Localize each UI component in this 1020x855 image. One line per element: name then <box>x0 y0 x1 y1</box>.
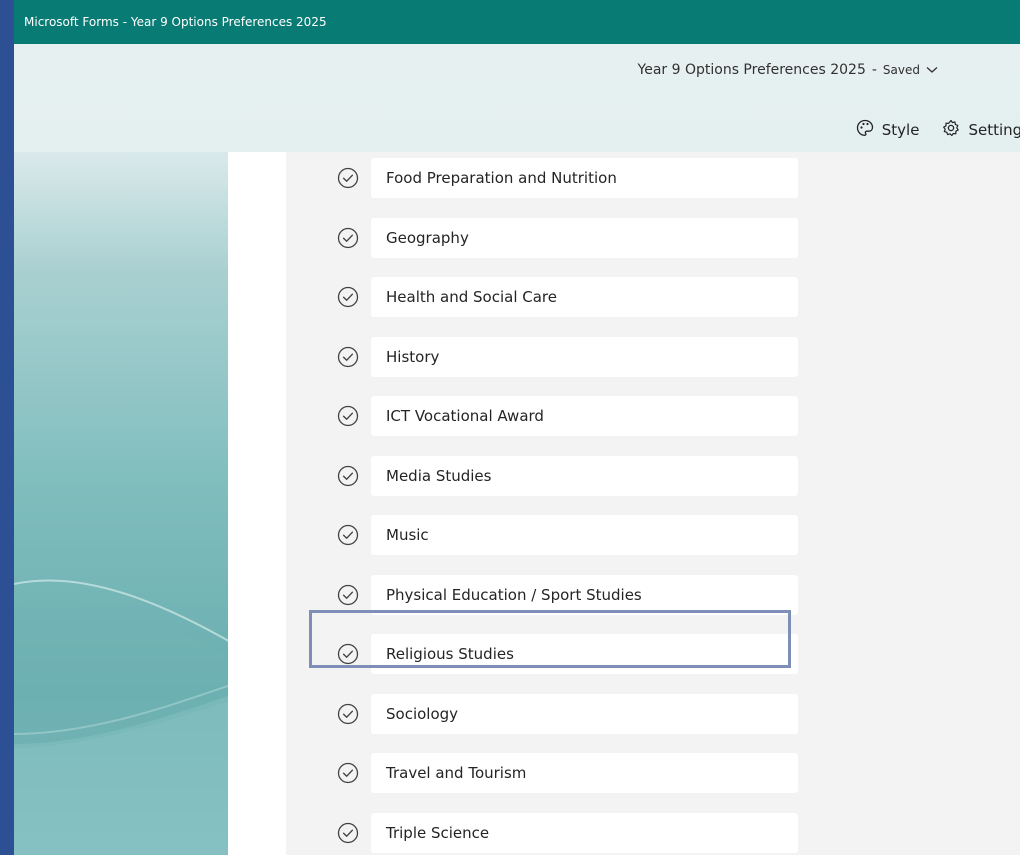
choice-option[interactable]: Music <box>326 515 798 555</box>
choice-text-field[interactable]: Religious Studies <box>371 634 798 674</box>
choice-option[interactable]: ICT Vocational Award <box>326 396 798 436</box>
choice-option[interactable]: Geography <box>326 218 798 258</box>
choice-text-field[interactable]: Physical Education / Sport Studies <box>371 575 798 615</box>
choice-label: History <box>386 348 440 366</box>
choice-option[interactable]: Physical Education / Sport Studies <box>326 575 798 615</box>
window-title: Microsoft Forms - Year 9 Options Prefere… <box>24 15 327 29</box>
settings-label: Settings <box>968 121 1020 139</box>
checkmark-circle-icon[interactable] <box>336 166 360 190</box>
choice-label: Travel and Tourism <box>386 764 527 782</box>
form-header: Year 9 Options Preferences 2025- Saved St… <box>14 44 1020 152</box>
checkmark-circle-icon[interactable] <box>336 642 360 666</box>
save-status: Saved <box>882 63 920 77</box>
choice-label: Geography <box>386 229 469 247</box>
checkmark-circle-icon[interactable] <box>336 226 360 250</box>
gear-icon <box>941 118 968 142</box>
checkmark-circle-icon[interactable] <box>336 523 360 547</box>
form-editor: Year 9 Options Preferences 2025- Saved St… <box>14 44 1020 855</box>
choice-label: Religious Studies <box>386 645 514 663</box>
choice-text-field[interactable]: History <box>371 337 798 377</box>
choice-label: ICT Vocational Award <box>386 407 544 425</box>
form-card-margin <box>228 152 286 855</box>
choice-label: Triple Science <box>386 824 490 842</box>
choice-text-field[interactable]: Geography <box>371 218 798 258</box>
checkmark-circle-icon[interactable] <box>336 345 360 369</box>
choice-option[interactable]: Travel and Tourism <box>326 753 798 793</box>
choice-text-field[interactable]: Travel and Tourism <box>371 753 798 793</box>
choice-label: Health and Social Care <box>386 288 557 306</box>
choice-text-field[interactable]: Sociology <box>371 694 798 734</box>
checkmark-circle-icon[interactable] <box>336 404 360 428</box>
choice-text-field[interactable]: Triple Science <box>371 813 798 853</box>
checkmark-circle-icon[interactable] <box>336 761 360 785</box>
choice-option[interactable]: Health and Social Care <box>326 277 798 317</box>
checkmark-circle-icon[interactable] <box>336 702 360 726</box>
theme-wave-decoration <box>14 579 234 855</box>
app-window: Microsoft Forms - Year 9 Options Prefere… <box>0 0 1020 855</box>
checkmark-circle-icon[interactable] <box>336 583 360 607</box>
choice-option[interactable]: Religious Studies <box>326 634 798 674</box>
toolbar: Style Settings <box>833 118 1020 142</box>
choice-label: Physical Education / Sport Studies <box>386 586 642 604</box>
style-button[interactable]: Style <box>855 118 920 142</box>
form-title-bar[interactable]: Year 9 Options Preferences 2025- Saved <box>638 62 938 78</box>
palette-icon <box>855 118 882 142</box>
choice-option[interactable]: History <box>326 337 798 377</box>
checkmark-circle-icon[interactable] <box>336 285 360 309</box>
choice-option[interactable]: Sociology <box>326 694 798 734</box>
choice-label: Sociology <box>386 705 459 723</box>
choice-text-field[interactable]: Health and Social Care <box>371 277 798 317</box>
desktop-edge <box>0 0 14 855</box>
choice-label: Food Preparation and Nutrition <box>386 169 617 187</box>
form-title: Year 9 Options Preferences 2025 <box>637 62 866 78</box>
choice-option[interactable]: Food Preparation and Nutrition <box>326 158 798 198</box>
title-separator: - <box>871 62 877 78</box>
settings-button[interactable]: Settings <box>941 118 1020 142</box>
choice-label: Media Studies <box>386 467 492 485</box>
style-label: Style <box>881 121 920 139</box>
choice-label: Music <box>386 526 429 544</box>
choice-option[interactable]: Media Studies <box>326 456 798 496</box>
checkmark-circle-icon[interactable] <box>336 821 360 845</box>
choice-text-field[interactable]: Media Studies <box>371 456 798 496</box>
choice-text-field[interactable]: Food Preparation and Nutrition <box>371 158 798 198</box>
window-titlebar[interactable]: Microsoft Forms - Year 9 Options Prefere… <box>14 0 1020 44</box>
choice-text-field[interactable]: ICT Vocational Award <box>371 396 798 436</box>
choice-text-field[interactable]: Music <box>371 515 798 555</box>
checkmark-circle-icon[interactable] <box>336 464 360 488</box>
choice-option[interactable]: Triple Science <box>326 813 798 853</box>
chevron-down-icon[interactable] <box>926 62 938 78</box>
